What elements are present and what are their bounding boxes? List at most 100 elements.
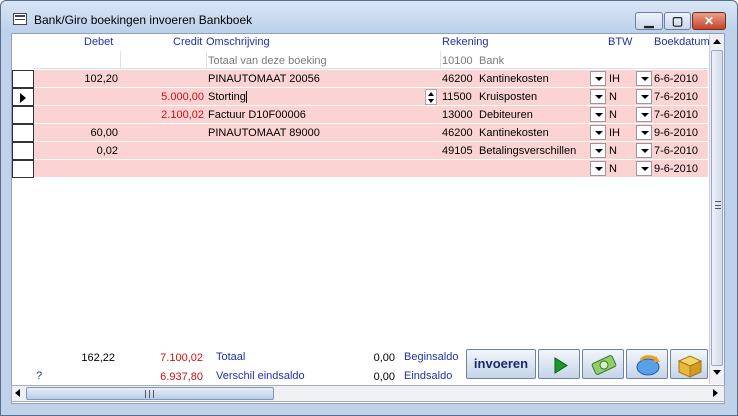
cell-rekening-nr[interactable]: 46200	[442, 73, 473, 85]
scroll-right-icon[interactable]	[713, 389, 718, 397]
cell-datum[interactable]: 7-6-2010	[654, 145, 698, 157]
grip-icon	[145, 390, 154, 398]
cell-debet[interactable]: 60,00	[34, 127, 118, 139]
cell-omschrijving[interactable]: PINAUTOMAAT 89000	[208, 127, 320, 139]
row-selector[interactable]	[12, 124, 34, 142]
cell-rekening-nr[interactable]: 49105	[442, 145, 473, 157]
close-button[interactable]: ✕	[692, 12, 726, 30]
col-debet[interactable]: Debet	[84, 36, 113, 48]
cell-datum[interactable]: 7-6-2010	[654, 109, 698, 121]
table-row[interactable]: 2.100,02 Factuur D10F00006 13000 Debiteu…	[34, 106, 708, 124]
money-button[interactable]	[582, 349, 624, 379]
rekening-dropdown-icon[interactable]	[590, 89, 606, 104]
separator	[206, 51, 207, 69]
rekening-dropdown-icon[interactable]	[590, 161, 606, 176]
vertical-scrollbar[interactable]	[709, 34, 724, 384]
col-rekening[interactable]: Rekening	[442, 36, 488, 48]
rekening-dropdown-icon[interactable]	[590, 143, 606, 158]
totaal-credit-field: 7.100,02	[120, 348, 206, 366]
spin-icon[interactable]	[425, 89, 437, 105]
scroll-left-icon[interactable]	[15, 389, 20, 397]
cell-datum[interactable]: 9-6-2010	[654, 127, 698, 139]
vertical-scroll-thumb[interactable]	[711, 50, 723, 366]
minimize-button[interactable]: ▁	[635, 12, 663, 30]
col-btw[interactable]: BTW	[608, 36, 632, 48]
cell-rekening-nr[interactable]: 13000	[442, 109, 473, 121]
cell-rekening-nr[interactable]: 46200	[442, 127, 473, 139]
btw-dropdown-icon[interactable]	[636, 161, 652, 176]
verschil-field: 6.937,80	[120, 367, 206, 385]
cell-btw[interactable]: N	[609, 109, 617, 121]
title-bar[interactable]: Bank/Giro boekingen invoeren Bankboek ▁ …	[1, 1, 737, 33]
rekening-dropdown-icon[interactable]	[590, 125, 606, 140]
cell-rekening-naam: Betalingsverschillen	[479, 145, 577, 157]
btw-dropdown-icon[interactable]	[636, 71, 652, 86]
refresh-button[interactable]	[626, 349, 668, 379]
btw-dropdown-icon[interactable]	[636, 89, 652, 104]
col-omschrijving[interactable]: Omschrijving	[206, 36, 270, 48]
scroll-down-icon[interactable]	[713, 370, 721, 375]
btw-dropdown-icon[interactable]	[636, 143, 652, 158]
cell-omschrijving-editing[interactable]: Storting	[208, 91, 246, 103]
cell-datum[interactable]: 9-6-2010	[654, 163, 698, 175]
maximize-button[interactable]: ▢	[664, 12, 691, 30]
totaal-label: Totaal	[216, 351, 246, 363]
summary-rekening-nr: 10100	[442, 55, 473, 67]
eindsaldo-field[interactable]: 0,00	[310, 367, 398, 385]
table-row[interactable]: 0,02 49105 Betalingsverschillen N 7-6-20…	[34, 142, 708, 160]
question-mark: ?	[36, 370, 43, 382]
row-selector[interactable]	[12, 106, 34, 124]
scroll-up-icon[interactable]	[713, 39, 721, 44]
horizontal-scroll-thumb[interactable]	[26, 387, 274, 400]
invoeren-button[interactable]: invoeren	[466, 349, 536, 379]
cell-btw[interactable]: N	[609, 145, 617, 157]
row-selector[interactable]	[12, 70, 34, 88]
summary-row: Totaal van deze boeking 10100 Bank	[34, 51, 708, 69]
spin-up-icon[interactable]	[428, 92, 434, 96]
cell-btw[interactable]: N	[609, 163, 617, 175]
spin-down-icon[interactable]	[428, 99, 434, 103]
current-row-icon	[20, 93, 26, 103]
cell-omschrijving[interactable]: Factuur D10F00006	[208, 109, 306, 121]
beginsaldo-field[interactable]: 0,00	[310, 348, 398, 366]
row-selector[interactable]	[12, 142, 34, 160]
cell-datum[interactable]: 7-6-2010	[654, 91, 698, 103]
verschil-value: 6.937,80	[160, 371, 203, 383]
cell-debet[interactable]: 0,02	[34, 145, 118, 157]
cell-debet[interactable]: 102,20	[34, 73, 118, 85]
cell-omschrijving[interactable]: PINAUTOMAAT 20056	[208, 73, 320, 85]
table-row[interactable]: 60,00 PINAUTOMAAT 89000 46200 Kantinekos…	[34, 124, 708, 142]
grid-panel: Debet Credit Omschrijving Rekening BTW B…	[11, 33, 725, 404]
summary-rekening-naam: Bank	[479, 55, 505, 67]
btw-dropdown-icon[interactable]	[636, 125, 652, 140]
col-boekdatum[interactable]: Boekdatum	[654, 36, 710, 48]
col-credit[interactable]: Credit	[173, 36, 202, 48]
cell-datum[interactable]: 6-6-2010	[654, 73, 698, 85]
cell-credit[interactable]: 2.100,02	[120, 109, 204, 121]
row-selector[interactable]	[12, 160, 34, 178]
play-icon	[554, 357, 568, 374]
cell-rekening-nr[interactable]: 11500	[442, 91, 472, 103]
box-button[interactable]	[670, 349, 708, 379]
invoeren-label: invoeren	[473, 356, 529, 371]
box-icon	[677, 355, 703, 378]
cell-rekening-naam: Kruisposten	[479, 91, 538, 103]
cell-rekening-naam: Debiteuren	[479, 109, 533, 121]
table-row[interactable]: 102,20 PINAUTOMAAT 20056 46200 Kantineko…	[34, 70, 708, 88]
table-row[interactable]: 5.000,00 Storting 11500 Kruisposten N 7-…	[34, 88, 708, 106]
totaal-debet: 162,22	[81, 352, 115, 364]
row-selector-current[interactable]	[12, 88, 34, 106]
rekening-dropdown-icon[interactable]	[590, 71, 606, 86]
summary-omschrijving: Totaal van deze boeking	[208, 55, 327, 67]
table-row[interactable]: N 9-6-2010	[34, 160, 708, 178]
rekening-dropdown-icon[interactable]	[590, 107, 606, 122]
maximize-icon: ▢	[671, 14, 684, 28]
cell-btw[interactable]: IH	[609, 127, 620, 139]
cell-btw[interactable]: N	[609, 91, 617, 103]
horizontal-scrollbar[interactable]	[11, 385, 725, 402]
cell-btw[interactable]: IH	[609, 73, 620, 85]
play-button[interactable]	[538, 349, 580, 379]
btw-dropdown-icon[interactable]	[636, 107, 652, 122]
totals-footer: 162,22 7.100,02 Totaal 0,00 Beginsaldo ?…	[34, 347, 708, 387]
cell-credit[interactable]: 5.000,00	[120, 91, 204, 103]
